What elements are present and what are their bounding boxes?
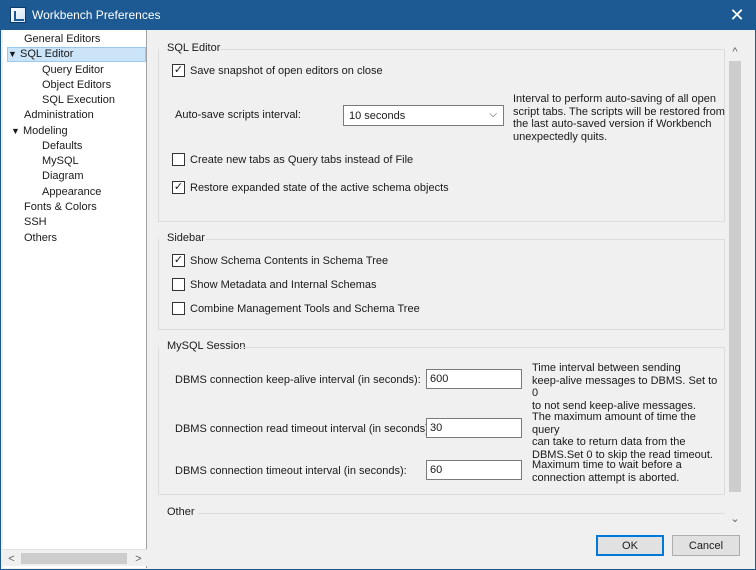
tree-item-fonts-colors[interactable]: Fonts & Colors (24, 200, 97, 215)
keepalive-label: DBMS connection keep-alive interval (in … (175, 374, 421, 386)
tree-item-others[interactable]: Others (24, 231, 57, 246)
show-metadata-option[interactable]: Show Metadata and Internal Schemas (172, 278, 377, 291)
read-timeout-description: The maximum amount of time the query can… (532, 411, 725, 461)
save-snapshot-option[interactable]: ✓ Save snapshot of open editors on close (172, 64, 383, 77)
tree-horizontal-scrollbar[interactable]: < > (3, 549, 147, 566)
divider (198, 513, 725, 514)
tree-item-diagram[interactable]: Diagram (42, 169, 84, 184)
workbench-app-icon (10, 7, 26, 23)
expanded-arrow-icon[interactable]: ▼ (11, 124, 23, 139)
description-line: connection attempt is aborted. (532, 471, 680, 484)
tree-item-mysql[interactable]: MySQL (42, 154, 79, 169)
new-tabs-option[interactable]: Create new tabs as Query tabs instead of… (172, 153, 413, 166)
scroll-down-icon[interactable]: ⌄ (727, 510, 743, 526)
tree-item-label: Defaults (42, 140, 83, 152)
scroll-left-icon[interactable]: < (3, 550, 20, 567)
description-line: script tabs. The scripts will be restore… (513, 105, 725, 118)
scroll-thumb[interactable] (21, 553, 127, 564)
chevron-down-icon: ⌵ (489, 109, 497, 120)
description-line: Interval to perform auto-saving of all o… (513, 93, 717, 105)
show-schema-checkbox[interactable]: ✓ (172, 254, 185, 267)
combine-tools-checkbox[interactable] (172, 302, 185, 315)
tree-item-label: Query Editor (42, 64, 104, 76)
read-timeout-label: DBMS connection read timeout interval (i… (175, 423, 432, 435)
conn-timeout-label: DBMS connection timeout interval (in sec… (175, 465, 407, 477)
tree-item-label: General Editors (24, 33, 101, 45)
tree-item-modeling[interactable]: ▼ Modeling (11, 124, 68, 139)
show-metadata-checkbox[interactable] (172, 278, 185, 291)
tree-item-defaults[interactable]: Defaults (42, 139, 82, 154)
tree-item-label: SQL Execution (42, 94, 115, 106)
title-bar: Workbench Preferences ✕ (0, 0, 756, 30)
preferences-tree: General Editors ▼ SQL Editor Query Editor… (3, 30, 147, 568)
show-schema-label: Show Schema Contents in Schema Tree (190, 254, 389, 267)
restore-schema-label: Restore expanded state of the active sch… (190, 181, 449, 194)
tree-item-query-editor[interactable]: Query Editor (42, 63, 104, 78)
new-tabs-checkbox[interactable] (172, 153, 185, 166)
ok-button[interactable]: OK (596, 535, 664, 556)
save-snapshot-label: Save snapshot of open editors on close (190, 64, 383, 77)
conn-timeout-input[interactable]: 60 (426, 460, 522, 480)
settings-vertical-scrollbar[interactable]: ^ ⌄ (727, 44, 743, 526)
cancel-button[interactable]: Cancel (672, 535, 740, 556)
autosave-interval-select[interactable]: 10 seconds ⌵ (343, 105, 504, 126)
new-tabs-label: Create new tabs as Query tabs instead of… (190, 153, 414, 166)
combine-tools-option[interactable]: Combine Management Tools and Schema Tree (172, 302, 420, 315)
autosave-selected-value: 10 seconds (349, 109, 406, 122)
tree-item-sql-execution[interactable]: SQL Execution (42, 93, 115, 108)
keepalive-description: Time interval between sending keep-alive… (532, 362, 725, 412)
combine-tools-label: Combine Management Tools and Schema Tree (190, 302, 420, 315)
tree-item-label: SQL Editor (20, 48, 74, 60)
close-button[interactable]: ✕ (726, 4, 748, 26)
show-schema-option[interactable]: ✓ Show Schema Contents in Schema Tree (172, 254, 388, 267)
description-line: keep-alive messages to DBMS. Set to 0 (532, 374, 718, 400)
show-metadata-label: Show Metadata and Internal Schemas (190, 278, 377, 291)
dialog-body: General Editors ▼ SQL Editor Query Editor… (0, 30, 756, 570)
scroll-right-icon[interactable]: > (130, 550, 147, 567)
tree-item-appearance[interactable]: Appearance (42, 185, 101, 200)
tree-item-label: Administration (24, 109, 94, 121)
tree-item-label: Modeling (23, 125, 68, 137)
autosave-label: Auto-save scripts interval: (175, 109, 301, 121)
description-line: Maximum time to wait before a (532, 459, 682, 471)
tree-item-label: Fonts & Colors (24, 201, 97, 213)
tree-item-general-editors[interactable]: General Editors (24, 32, 100, 47)
save-snapshot-checkbox[interactable]: ✓ (172, 64, 185, 77)
expanded-arrow-icon[interactable]: ▼ (8, 48, 20, 61)
restore-schema-option[interactable]: ✓ Restore expanded state of the active s… (172, 181, 449, 194)
scroll-up-icon[interactable]: ^ (727, 44, 743, 60)
settings-panel: SQL Editor ✓ Save snapshot of open edito… (158, 40, 725, 518)
tree-item-label: MySQL (42, 155, 79, 167)
restore-schema-checkbox[interactable]: ✓ (172, 181, 185, 194)
conn-timeout-description: Maximum time to wait before a connection… (532, 459, 682, 484)
description-line: unexpectedly quits. (513, 130, 608, 143)
scroll-thumb[interactable] (729, 61, 741, 492)
tree-item-label: SSH (24, 216, 47, 228)
tree-item-label: Diagram (42, 170, 84, 182)
tree-item-label: Object Editors (42, 79, 112, 91)
tree-item-ssh[interactable]: SSH (24, 215, 47, 230)
section-title-other: Other (167, 506, 195, 518)
tree-item-label: Others (24, 232, 58, 244)
tree-item-label: Appearance (42, 186, 102, 198)
description-line: Time interval between sending (532, 362, 681, 374)
window-title: Workbench Preferences (32, 8, 161, 22)
tree-item-sql-editor[interactable]: ▼ SQL Editor (7, 47, 146, 62)
keepalive-input[interactable]: 600 (426, 369, 522, 389)
read-timeout-input[interactable]: 30 (426, 418, 522, 438)
description-line: The maximum amount of time the query (532, 411, 696, 436)
autosave-description: Interval to perform auto-saving of all o… (513, 93, 725, 143)
tree-item-object-editors[interactable]: Object Editors (42, 78, 111, 93)
description-line: the last auto-saved version if Workbench (513, 118, 712, 130)
description-line: can take to return data from the (532, 436, 686, 448)
tree-item-administration[interactable]: Administration (24, 108, 94, 123)
